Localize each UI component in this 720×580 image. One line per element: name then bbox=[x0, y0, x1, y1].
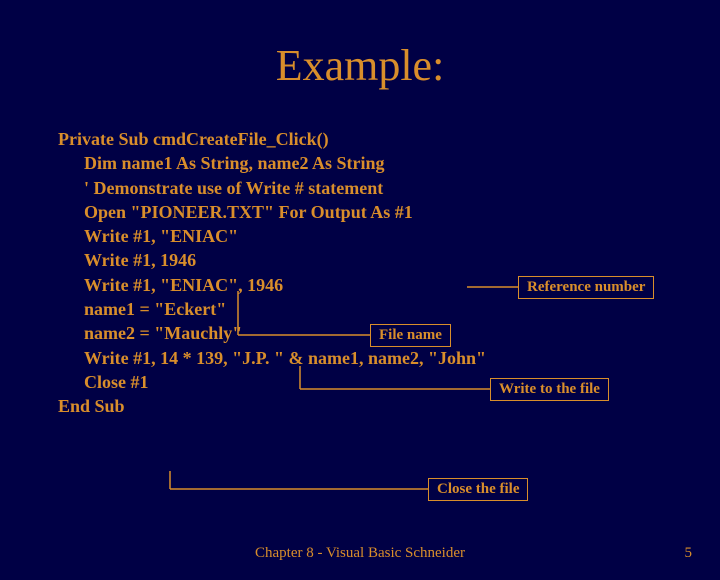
code-line: Open "PIONEER.TXT" For Output As #1 bbox=[58, 200, 720, 224]
annotation-close-file: Close the file bbox=[428, 478, 528, 501]
code-block: Private Sub cmdCreateFile_Click() Dim na… bbox=[58, 127, 720, 419]
annotation-write-to-file: Write to the file bbox=[490, 378, 609, 401]
code-line: Private Sub cmdCreateFile_Click() bbox=[58, 127, 720, 151]
code-line: End Sub bbox=[58, 394, 720, 418]
slide-title: Example: bbox=[0, 40, 720, 91]
code-line: Close #1 bbox=[58, 370, 720, 394]
footer-text: Chapter 8 - Visual Basic Schneider bbox=[0, 545, 720, 562]
code-line: ' Demonstrate use of Write # statement bbox=[58, 176, 720, 200]
code-line: Write #1, 1946 bbox=[58, 248, 720, 272]
annotation-file-name: File name bbox=[370, 324, 451, 347]
code-line: Dim name1 As String, name2 As String bbox=[58, 151, 720, 175]
annotation-reference-number: Reference number bbox=[518, 276, 654, 299]
code-line: Write #1, 14 * 139, "J.P. " & name1, nam… bbox=[58, 346, 720, 370]
footer: Chapter 8 - Visual Basic Schneider 5 bbox=[0, 545, 720, 562]
page-number: 5 bbox=[685, 545, 693, 562]
code-line: Write #1, "ENIAC" bbox=[58, 224, 720, 248]
code-line: name1 = "Eckert" bbox=[58, 297, 720, 321]
